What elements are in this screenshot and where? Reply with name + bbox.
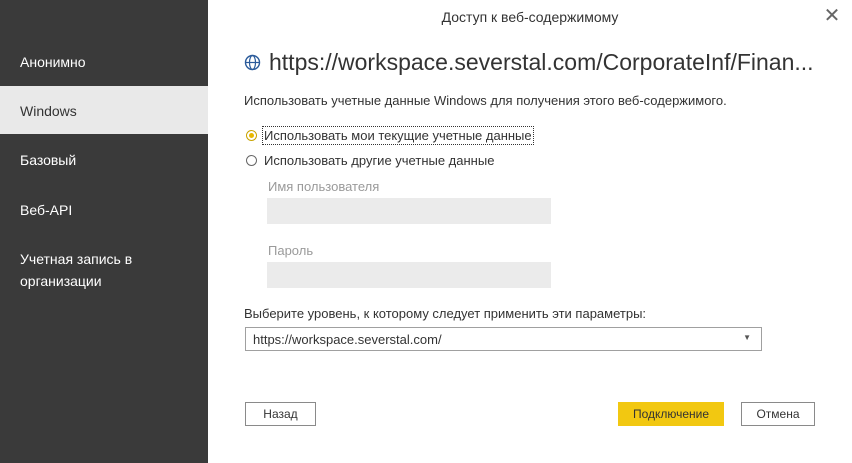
close-icon[interactable]: ✕: [820, 4, 844, 28]
sidebar-item-label: Базовый: [20, 152, 77, 168]
level-select-value: https://workspace.severstal.com/: [253, 332, 442, 347]
password-field[interactable]: [267, 262, 551, 288]
sidebar-item-basic[interactable]: Базовый: [0, 134, 208, 184]
auth-method-sidebar: Анонимно Windows Базовый Веб-API Учетная…: [0, 0, 208, 463]
globe-icon: [244, 54, 261, 70]
resource-url: https://workspace.severstal.com/Corporat…: [269, 48, 814, 75]
radio-use-other-credentials[interactable]: Использовать другие учетные данные: [246, 153, 494, 168]
radio-label: Использовать другие учетные данные: [264, 153, 495, 168]
radio-unchecked-icon[interactable]: [246, 155, 257, 166]
cancel-button[interactable]: Отмена: [741, 402, 815, 426]
sidebar-item-web-api[interactable]: Веб-API: [0, 184, 208, 234]
back-button[interactable]: Назад: [245, 402, 316, 426]
sidebar-item-anonymous[interactable]: Анонимно: [0, 38, 208, 86]
sidebar-item-label: Анонимно: [20, 54, 86, 70]
radio-checked-icon[interactable]: [246, 130, 257, 141]
username-field[interactable]: [267, 198, 551, 224]
credentials-dialog: Анонимно Windows Базовый Веб-API Учетная…: [0, 0, 852, 463]
radio-use-current-credentials[interactable]: Использовать мои текущие учетные данные: [246, 126, 534, 145]
auth-description: Использовать учетные данные Windows для …: [244, 93, 727, 108]
password-label: Пароль: [268, 243, 314, 258]
url-row: https://workspace.severstal.com/Corporat…: [244, 44, 814, 80]
sidebar-item-windows[interactable]: Windows: [0, 86, 208, 134]
sidebar-item-label: Веб-API: [20, 202, 73, 218]
username-label: Имя пользователя: [268, 179, 380, 194]
level-label: Выберите уровень, к которому следует при…: [244, 306, 647, 321]
radio-label: Использовать мои текущие учетные данные: [262, 126, 534, 145]
level-select[interactable]: https://workspace.severstal.com/ ▼: [245, 327, 762, 351]
connect-button[interactable]: Подключение: [618, 402, 724, 426]
dialog-title: Доступ к веб-содержимому: [441, 9, 619, 25]
chevron-down-icon: ▼: [743, 333, 751, 342]
sidebar-item-label: Учетная запись в организации: [20, 251, 133, 289]
sidebar-item-label: Windows: [20, 103, 77, 119]
sidebar-item-organizational-account[interactable]: Учетная запись в организации: [0, 236, 208, 300]
